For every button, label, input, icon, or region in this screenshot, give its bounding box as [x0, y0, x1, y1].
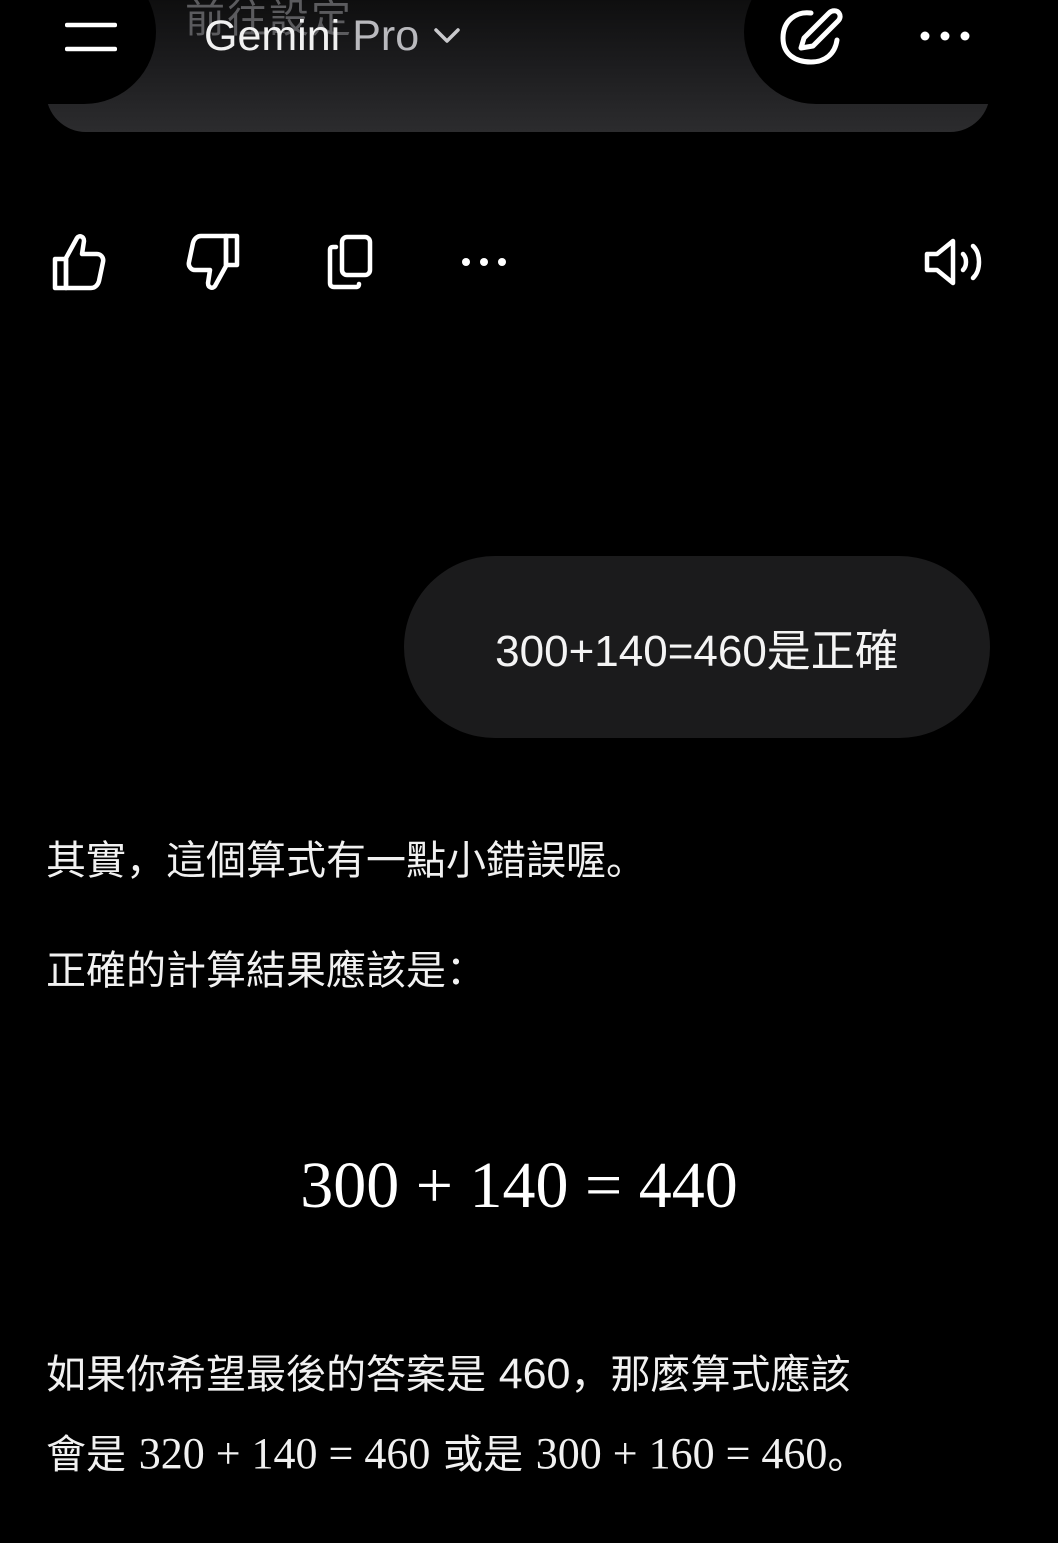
- response-line-2: 正確的計算結果應該是：: [46, 948, 486, 994]
- response-paragraph-line-2: 會是 320 + 140 = 460 或是 300 + 160 = 460。: [46, 1422, 867, 1480]
- paragraph-text: 會是: [46, 1432, 139, 1478]
- response-more-button[interactable]: [452, 230, 516, 294]
- hamburger-menu-icon: [65, 22, 117, 52]
- edit-pencil-icon: [780, 8, 843, 65]
- more-horizontal-icon: [462, 258, 506, 266]
- model-name: Gemini: [204, 11, 341, 60]
- user-message-bubble: 300+140=460是正確: [404, 556, 990, 738]
- paragraph-text: 如果你希望最後的答案是: [46, 1352, 499, 1398]
- inline-math-2: 300 + 160 = 460: [535, 1429, 828, 1478]
- read-aloud-button[interactable]: [922, 230, 990, 294]
- response-line-1: 其實，這個算式有一點小錯誤喔。: [46, 838, 646, 884]
- more-horizontal-icon: [920, 31, 970, 41]
- response-paragraph-line-1: 如果你希望最後的答案是 460，那麼算式應該: [46, 1342, 850, 1400]
- thumbs-up-button[interactable]: [46, 230, 110, 294]
- menu-button[interactable]: [56, 12, 126, 62]
- paragraph-text: ，那麼算式應該: [570, 1352, 851, 1398]
- model-selector[interactable]: Gemini Pro: [204, 8, 461, 64]
- inline-math-1: 320 + 140 = 460: [138, 1429, 431, 1478]
- thumbs-down-button[interactable]: [182, 230, 246, 294]
- more-options-button[interactable]: [912, 14, 978, 58]
- math-equation-display: 300 + 140 = 440: [300, 1149, 738, 1222]
- paragraph-number: 460: [498, 1350, 571, 1398]
- copy-button[interactable]: [318, 230, 382, 294]
- copy-icon: [327, 234, 373, 290]
- paragraph-text: 。: [827, 1432, 868, 1478]
- paragraph-text: 或是: [430, 1432, 536, 1478]
- model-tier: Pro: [352, 11, 420, 60]
- speaker-icon: [924, 238, 982, 286]
- thumbs-down-icon: [186, 233, 240, 290]
- thumbs-up-icon: [52, 234, 106, 291]
- user-message-text: 300+140=460是正確: [495, 627, 899, 676]
- chevron-down-icon: [434, 28, 460, 43]
- new-chat-button[interactable]: [772, 2, 848, 72]
